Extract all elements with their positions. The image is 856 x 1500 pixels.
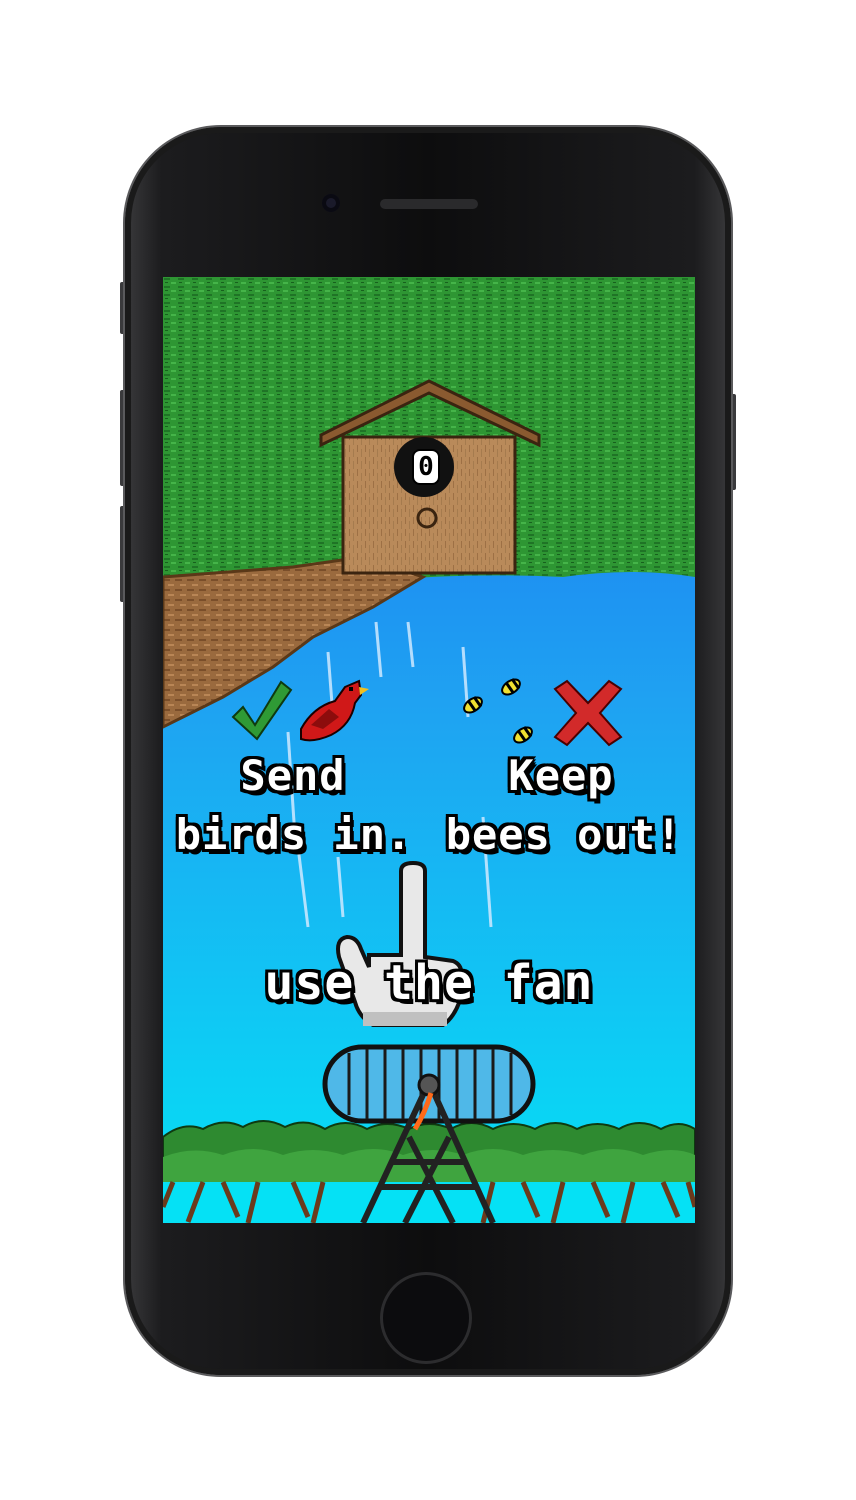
home-button[interactable] xyxy=(380,1272,472,1364)
earpiece-speaker xyxy=(380,199,478,209)
game-screen[interactable]: 0 Send birds in. Keep bees out! use the … xyxy=(163,277,695,1223)
bees-out-label: bees out! xyxy=(445,810,683,859)
front-camera xyxy=(322,194,340,212)
keep-label: Keep xyxy=(508,751,614,800)
instruction-text: use the fan xyxy=(264,955,594,1011)
score-counter: 0 xyxy=(412,449,440,485)
send-label: Send xyxy=(240,751,346,800)
birds-in-label: birds in. xyxy=(175,810,413,859)
